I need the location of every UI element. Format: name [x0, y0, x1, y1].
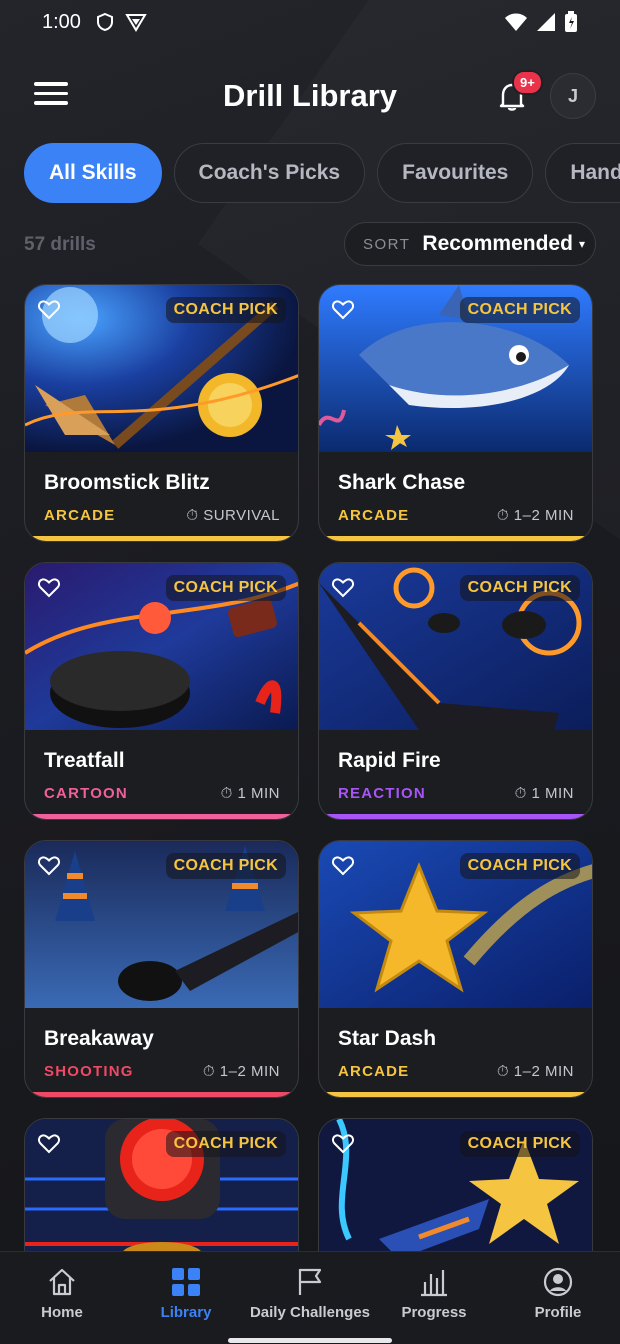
drill-category: ARCADE [338, 1063, 410, 1080]
drill-card[interactable]: COACH PICK Broomstick Blitz ARCADE ⏱ SUR… [24, 284, 299, 542]
heart-icon[interactable] [331, 853, 355, 877]
caret-down-icon: ▾ [578, 237, 585, 251]
chip-favourites[interactable]: Favourites [377, 143, 534, 203]
drill-category: CARTOON [44, 785, 128, 802]
drill-name: Broomstick Blitz [44, 471, 210, 494]
app-header: Drill Library 9+ J [0, 60, 620, 132]
drill-duration: ⏱ SURVIVAL [186, 507, 280, 524]
home-icon [49, 1268, 75, 1296]
avatar[interactable]: J [550, 73, 596, 119]
drill-category: ARCADE [44, 507, 116, 524]
bar-chart-icon [421, 1270, 447, 1297]
filter-chips: All Skills Coach's Picks Favourites Hand [24, 143, 620, 205]
category-accent-bar [25, 814, 298, 819]
nav-daily-challenges-label: Daily Challenges [249, 1304, 371, 1321]
drill-duration: ⏱ 1–2 MIN [497, 1063, 574, 1080]
sort-label: SORT [363, 235, 411, 253]
drill-category: ARCADE [338, 507, 410, 524]
heart-icon[interactable] [37, 297, 61, 321]
drill-duration: ⏱ 1–2 MIN [497, 507, 574, 524]
home-indicator[interactable] [228, 1338, 392, 1343]
nav-daily-challenges[interactable]: Daily Challenges [248, 1252, 372, 1344]
wifi-icon [505, 13, 527, 31]
nav-home[interactable]: Home [0, 1252, 124, 1344]
heart-icon[interactable] [37, 575, 61, 599]
battery-icon [565, 11, 577, 32]
status-bar: 1:00 [0, 0, 620, 44]
flag-icon [298, 1268, 322, 1295]
drill-count: 57 drills [24, 234, 96, 255]
category-accent-bar [319, 1092, 592, 1097]
person-icon [543, 1267, 573, 1297]
drill-name: Treatfall [44, 749, 125, 772]
nav-library[interactable]: Library [124, 1252, 248, 1344]
drill-duration-text: 1–2 MIN [513, 507, 574, 524]
drill-category: REACTION [338, 785, 426, 802]
coach-pick-badge: COACH PICK [459, 853, 580, 879]
chip-coachs-picks[interactable]: Coach's Picks [173, 143, 366, 203]
signal-icon [537, 13, 555, 31]
drill-duration-text: SURVIVAL [203, 507, 280, 524]
nav-progress-label: Progress [401, 1304, 467, 1321]
heart-icon[interactable] [331, 575, 355, 599]
drill-duration-text: 1 MIN [531, 785, 574, 802]
shield-icon [96, 12, 113, 32]
timer-icon: ⏱ [186, 507, 204, 524]
coach-pick-badge: COACH PICK [165, 1131, 286, 1157]
timer-icon: ⏱ [202, 1063, 220, 1080]
sort-dropdown[interactable]: SORT Recommended ▾ [344, 222, 596, 266]
notification-badge: 9+ [512, 70, 543, 95]
drill-card[interactable]: COACH PICK Star Dash ARCADE ⏱ 1–2 MIN [318, 840, 593, 1098]
drill-name: Shark Chase [338, 471, 466, 494]
chip-all-skills[interactable]: All Skills [24, 143, 162, 203]
drill-duration: ⏱ 1 MIN [515, 785, 574, 802]
sort-value: Recommended [422, 232, 573, 255]
category-accent-bar [25, 1092, 298, 1097]
drill-duration-text: 1–2 MIN [513, 1063, 574, 1080]
chip-hand[interactable]: Hand [545, 143, 620, 203]
coach-pick-badge: COACH PICK [459, 1131, 580, 1157]
drill-duration-text: 1 MIN [237, 785, 280, 802]
grid-icon [172, 1268, 200, 1296]
category-accent-bar [319, 536, 592, 541]
bottom-nav: Home Library Daily Challenges Progress P… [0, 1251, 620, 1344]
nav-profile-label: Profile [534, 1304, 582, 1321]
category-accent-bar [319, 814, 592, 819]
coach-pick-badge: COACH PICK [165, 575, 286, 601]
nav-progress[interactable]: Progress [372, 1252, 496, 1344]
coach-pick-badge: COACH PICK [459, 297, 580, 323]
nav-profile[interactable]: Profile [496, 1252, 620, 1344]
drill-category: SHOOTING [44, 1063, 134, 1080]
status-time: 1:00 [42, 10, 81, 33]
nav-home-label: Home [41, 1304, 83, 1321]
coach-pick-badge: COACH PICK [459, 575, 580, 601]
drill-card[interactable]: COACH PICK Rapid Fire REACTION ⏱ 1 MIN [318, 562, 593, 820]
timer-icon: ⏱ [496, 1063, 514, 1080]
coach-pick-badge: COACH PICK [165, 297, 286, 323]
timer-icon: ⏱ [220, 785, 238, 802]
coach-pick-badge: COACH PICK [165, 853, 286, 879]
drill-name: Star Dash [338, 1027, 437, 1050]
nav-library-label: Library [160, 1304, 212, 1321]
timer-icon: ⏱ [514, 785, 532, 802]
heart-icon[interactable] [37, 853, 61, 877]
timer-icon: ⏱ [496, 507, 514, 524]
drill-name: Rapid Fire [338, 749, 441, 772]
category-accent-bar [25, 536, 298, 541]
drill-duration: ⏱ 1–2 MIN [203, 1063, 280, 1080]
drill-duration: ⏱ 1 MIN [221, 785, 280, 802]
vpn-icon [125, 14, 147, 32]
heart-icon[interactable] [331, 1131, 355, 1155]
drill-card[interactable]: COACH PICK Shark Chase ARCADE ⏱ 1–2 MIN [318, 284, 593, 542]
heart-icon[interactable] [37, 1131, 61, 1155]
drill-card[interactable]: COACH PICK Breakaway SHOOTING ⏱ 1–2 MIN [24, 840, 299, 1098]
drill-card[interactable]: COACH PICK Treatfall CARTOON ⏱ 1 MIN [24, 562, 299, 820]
heart-icon[interactable] [331, 297, 355, 321]
drill-duration-text: 1–2 MIN [219, 1063, 280, 1080]
drill-name: Breakaway [44, 1027, 154, 1050]
